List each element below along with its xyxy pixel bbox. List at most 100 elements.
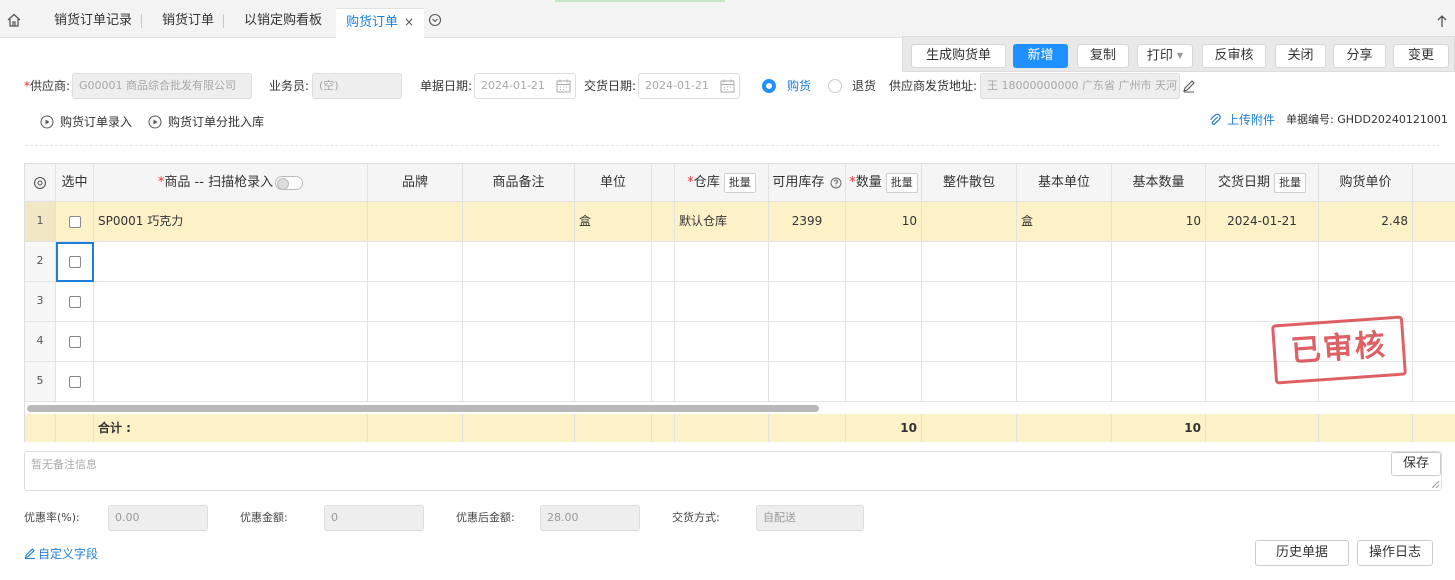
unaudit-button[interactable]: 反审核: [1202, 44, 1266, 68]
pack-cell[interactable]: [922, 322, 1017, 362]
delivery-cell[interactable]: 2024-01-21: [1206, 202, 1319, 242]
warehouse-cell[interactable]: [675, 322, 769, 362]
after-discount-field[interactable]: 28.00: [540, 505, 640, 531]
table-row[interactable]: 3: [25, 282, 1455, 322]
brand-cell[interactable]: [368, 362, 463, 402]
row-checkbox[interactable]: [69, 376, 81, 388]
note-cell[interactable]: [463, 362, 575, 402]
warehouse-cell[interactable]: 默认仓库: [675, 202, 769, 242]
close-button[interactable]: 关闭: [1275, 44, 1326, 68]
unit-cell[interactable]: [575, 282, 652, 322]
qty-cell[interactable]: [846, 242, 922, 282]
supplier-field[interactable]: G00001 商品综合批发有限公司: [72, 73, 252, 99]
scanner-toggle[interactable]: [275, 175, 304, 190]
history-documents-button[interactable]: 历史单据: [1255, 540, 1349, 566]
qty-cell[interactable]: [846, 322, 922, 362]
table-row[interactable]: 5: [25, 362, 1455, 402]
warehouse-cell[interactable]: [675, 362, 769, 402]
home-icon[interactable]: [6, 12, 22, 28]
tab-sales-order-records[interactable]: 销货订单记录: [44, 8, 143, 38]
price-cell[interactable]: [1319, 242, 1413, 282]
unit-cell[interactable]: [575, 362, 652, 402]
delivery-date-field[interactable]: 2024-01-21: [638, 73, 740, 99]
share-button[interactable]: 分享: [1333, 44, 1386, 68]
remark-textarea[interactable]: 暂无备注信息: [24, 451, 1442, 491]
brand-cell[interactable]: [368, 242, 463, 282]
qty-batch-button[interactable]: 批量: [885, 172, 918, 193]
save-remark-button[interactable]: 保存: [1391, 452, 1441, 476]
doc-date-field[interactable]: 2024-01-21: [474, 73, 576, 99]
radio-return[interactable]: [828, 79, 842, 93]
custom-fields-link[interactable]: 自定义字段: [24, 545, 98, 563]
discount-amount-field[interactable]: 0: [324, 505, 424, 531]
unit-cell[interactable]: [575, 322, 652, 362]
warehouse-cell[interactable]: [675, 282, 769, 322]
discount-rate-field[interactable]: 0.00: [108, 505, 208, 531]
note-cell[interactable]: [463, 322, 575, 362]
table-row[interactable]: 2: [25, 242, 1455, 282]
edit-icon[interactable]: [1182, 79, 1196, 93]
product-cell[interactable]: [94, 242, 368, 282]
tab-purchase-order[interactable]: 购货订单 ×: [336, 8, 425, 38]
row-checkbox[interactable]: [69, 216, 81, 228]
tab-menu-icon[interactable]: [428, 13, 442, 27]
delivery-method-field[interactable]: 自配送: [756, 505, 864, 531]
horizontal-scrollbar[interactable]: [27, 405, 819, 412]
note-cell[interactable]: [463, 242, 575, 282]
tab-sales-order[interactable]: 销货订单: [152, 8, 225, 38]
pack-cell[interactable]: [922, 282, 1017, 322]
question-icon[interactable]: [830, 177, 842, 189]
delivery-cell[interactable]: [1206, 242, 1319, 282]
copy-button[interactable]: 复制: [1077, 44, 1129, 68]
batch-inbound-button[interactable]: 购货订单分批入库: [148, 113, 264, 131]
table-row[interactable]: 4: [25, 322, 1455, 362]
tab-close-icon[interactable]: ×: [404, 15, 414, 29]
unit-cell[interactable]: [575, 242, 652, 282]
brand-cell[interactable]: [368, 202, 463, 242]
upload-attachment-link[interactable]: 上传附件: [1227, 111, 1275, 129]
radio-purchase-label[interactable]: 购货: [787, 73, 811, 99]
arrow-up-icon[interactable]: [1436, 14, 1448, 28]
generate-purchase-button[interactable]: 生成购货单: [911, 44, 1006, 68]
calendar-icon[interactable]: [556, 79, 571, 93]
purchase-order-entry-button[interactable]: 购货订单录入: [40, 113, 132, 131]
product-cell[interactable]: SP0001 巧克力: [94, 202, 368, 242]
operation-log-button[interactable]: 操作日志: [1357, 540, 1433, 566]
gear-icon[interactable]: [33, 176, 47, 190]
radio-return-label[interactable]: 退货: [852, 73, 876, 99]
delivery-cell[interactable]: [1206, 282, 1319, 322]
tab-sales-purchase-board[interactable]: 以销定购看板: [234, 8, 332, 38]
note-cell[interactable]: [463, 202, 575, 242]
product-cell[interactable]: [94, 282, 368, 322]
note-cell[interactable]: [463, 282, 575, 322]
warehouse-cell[interactable]: [675, 242, 769, 282]
pack-cell[interactable]: [922, 202, 1017, 242]
radio-purchase[interactable]: [762, 79, 776, 93]
table-row[interactable]: 1 SP0001 巧克力 盒 默认仓库 2399 10 盒 10 2024-01…: [25, 202, 1455, 242]
qty-cell[interactable]: 10: [846, 202, 922, 242]
paperclip-icon[interactable]: [1208, 113, 1222, 127]
salesman-field[interactable]: (空): [312, 73, 402, 99]
unit-cell[interactable]: 盒: [575, 202, 652, 242]
row-checkbox[interactable]: [69, 256, 81, 268]
column-settings-cell[interactable]: [25, 164, 56, 202]
row-checkbox[interactable]: [69, 336, 81, 348]
change-button[interactable]: 变更: [1393, 44, 1449, 68]
supplier-address-field[interactable]: 王 18000000000 广东省 广州市 天河: [980, 73, 1180, 99]
warehouse-batch-button[interactable]: 批量: [723, 172, 756, 193]
row-checkbox[interactable]: [69, 296, 81, 308]
pack-cell[interactable]: [922, 362, 1017, 402]
resize-handle-icon[interactable]: [1430, 479, 1440, 489]
brand-cell[interactable]: [368, 322, 463, 362]
qty-cell[interactable]: [846, 282, 922, 322]
qty-cell[interactable]: [846, 362, 922, 402]
print-button[interactable]: 打印 ▼: [1137, 44, 1193, 68]
pack-cell[interactable]: [922, 242, 1017, 282]
delivery-batch-button[interactable]: 批量: [1274, 172, 1306, 193]
brand-cell[interactable]: [368, 282, 463, 322]
new-button[interactable]: 新增: [1013, 44, 1068, 68]
product-cell[interactable]: [94, 362, 368, 402]
product-cell[interactable]: [94, 322, 368, 362]
price-cell[interactable]: 2.48: [1319, 202, 1413, 242]
calendar-icon[interactable]: [720, 79, 735, 93]
